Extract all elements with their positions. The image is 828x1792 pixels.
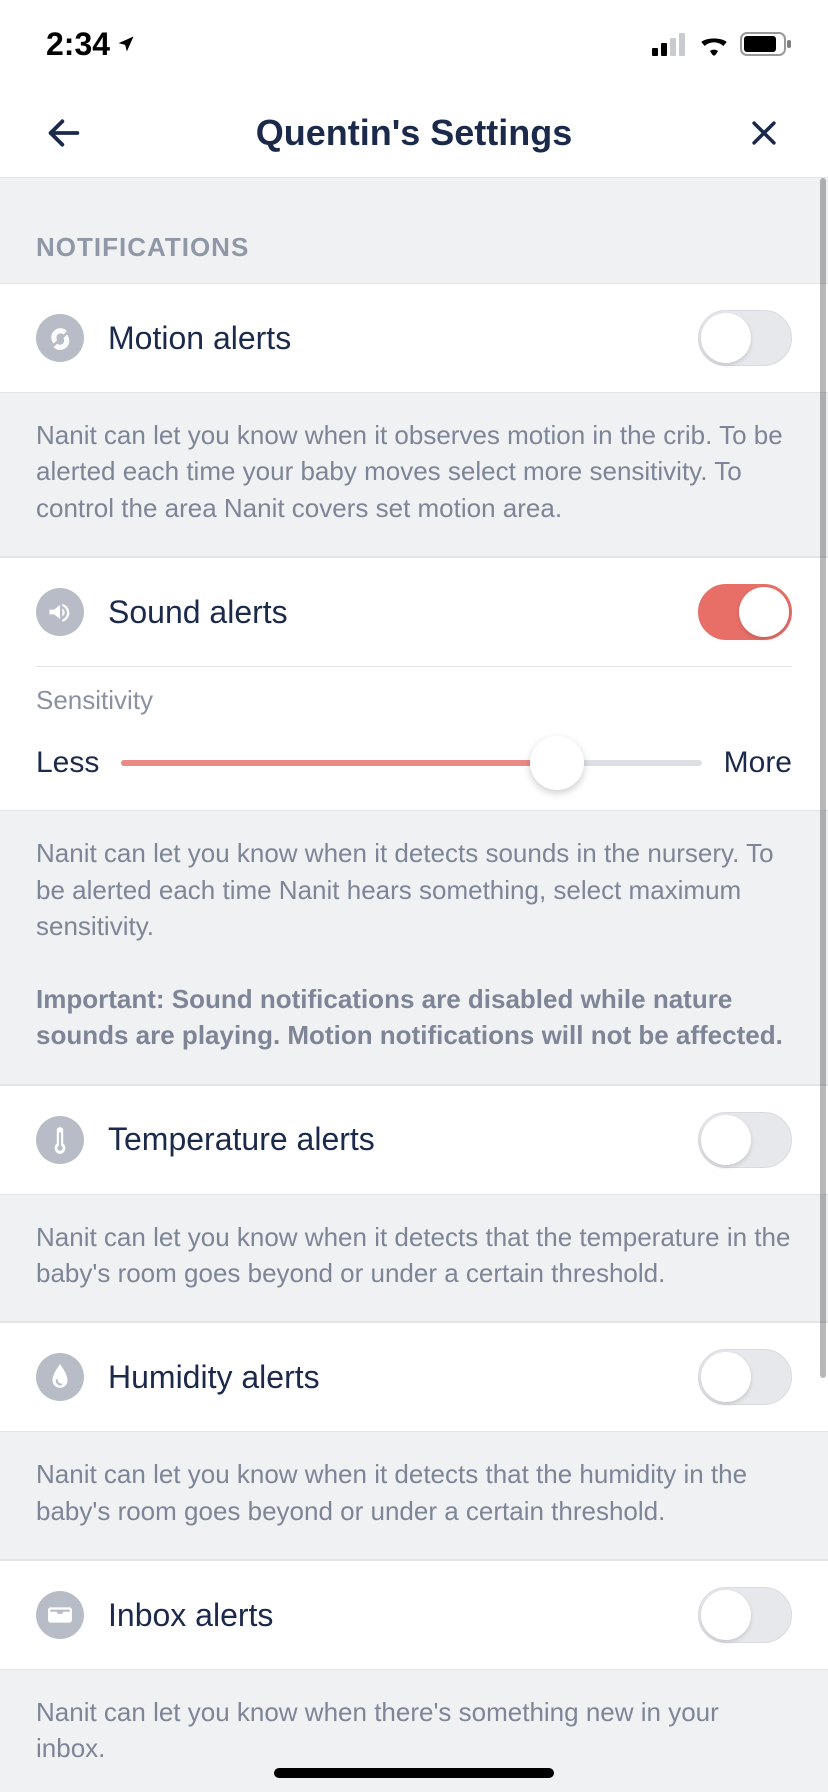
- inbox-label: Inbox alerts: [108, 1597, 674, 1634]
- page-title: Quentin's Settings: [92, 112, 736, 154]
- wifi-icon: [698, 32, 730, 56]
- location-icon: [116, 34, 136, 54]
- slider-less-label: Less: [36, 746, 99, 780]
- content-scroll[interactable]: NOTIFICATIONS Motion alerts Nanit can le…: [0, 178, 828, 1792]
- app-screen: 2:34 Quentin's Settings: [0, 0, 828, 1792]
- inbox-icon: [36, 1591, 84, 1639]
- humidity-toggle[interactable]: [698, 1349, 792, 1405]
- sound-icon: [36, 588, 84, 636]
- sound-label: Sound alerts: [108, 594, 674, 631]
- motion-toggle[interactable]: [698, 310, 792, 366]
- close-button[interactable]: [736, 105, 792, 161]
- row-motion-alerts: Motion alerts: [0, 283, 828, 393]
- home-indicator[interactable]: [274, 1768, 554, 1778]
- slider-fill: [121, 760, 556, 766]
- sound-toggle[interactable]: [698, 584, 792, 640]
- motion-icon: [36, 314, 84, 362]
- scroll-indicator: [820, 178, 826, 1378]
- sound-desc: Nanit can let you know when it detects s…: [0, 811, 828, 1084]
- toggle-knob: [739, 587, 789, 637]
- droplet-icon: [36, 1353, 84, 1401]
- motion-label: Motion alerts: [108, 320, 674, 357]
- back-button[interactable]: [36, 105, 92, 161]
- status-right-icons: [652, 32, 792, 56]
- row-humidity-alerts: Humidity alerts: [0, 1322, 828, 1432]
- temperature-toggle[interactable]: [698, 1112, 792, 1168]
- close-icon: [747, 116, 781, 150]
- toggle-knob: [701, 313, 751, 363]
- temperature-label: Temperature alerts: [108, 1121, 674, 1158]
- sound-desc-1: Nanit can let you know when it detects s…: [36, 838, 774, 941]
- sound-desc-2: Important: Sound notifications are disab…: [36, 984, 783, 1050]
- status-bar: 2:34: [0, 0, 828, 88]
- cellular-icon: [652, 32, 688, 56]
- toggle-knob: [701, 1590, 751, 1640]
- back-arrow-icon: [44, 113, 84, 153]
- toggle-knob: [701, 1115, 751, 1165]
- toggle-knob: [701, 1352, 751, 1402]
- row-sound-alerts: Sound alerts: [0, 557, 828, 666]
- time-text: 2:34: [46, 26, 110, 63]
- temperature-desc: Nanit can let you know when it detects t…: [0, 1195, 828, 1323]
- sensitivity-slider[interactable]: [121, 760, 701, 766]
- row-inbox-alerts: Inbox alerts: [0, 1560, 828, 1670]
- nav-header: Quentin's Settings: [0, 88, 828, 178]
- inbox-toggle[interactable]: [698, 1587, 792, 1643]
- humidity-label: Humidity alerts: [108, 1359, 674, 1396]
- motion-desc: Nanit can let you know when it observes …: [0, 393, 828, 557]
- thermometer-icon: [36, 1116, 84, 1164]
- sensitivity-slider-row: Less More: [36, 746, 792, 780]
- status-time: 2:34: [46, 26, 136, 63]
- slider-more-label: More: [724, 746, 792, 780]
- section-header-notifications: NOTIFICATIONS: [0, 178, 828, 283]
- sensitivity-label: Sensitivity: [36, 685, 792, 716]
- row-temperature-alerts: Temperature alerts: [0, 1085, 828, 1195]
- sound-sensitivity-block: Sensitivity Less More: [0, 667, 828, 811]
- slider-thumb[interactable]: [530, 736, 584, 790]
- humidity-desc: Nanit can let you know when it detects t…: [0, 1432, 828, 1560]
- battery-icon: [740, 32, 792, 56]
